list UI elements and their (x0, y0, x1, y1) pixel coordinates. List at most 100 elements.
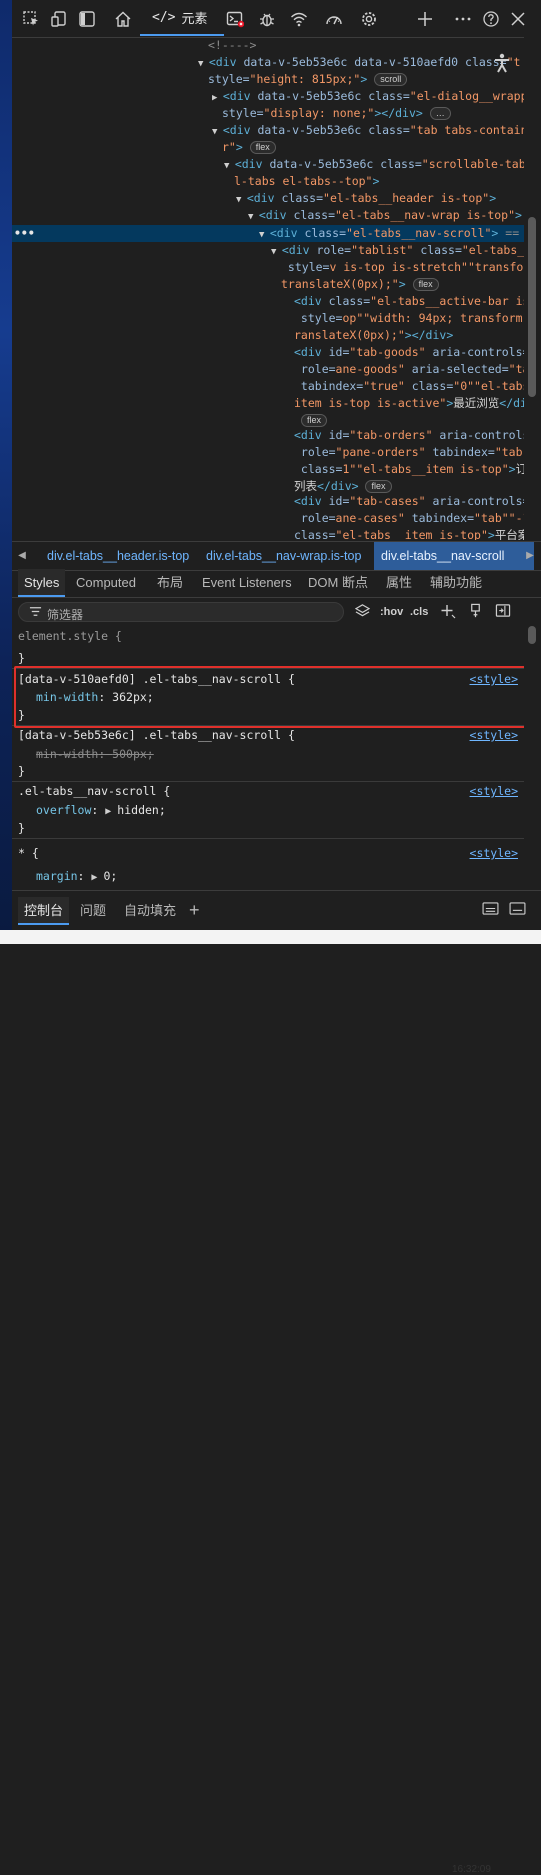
drawer-tab-issues[interactable]: 问题 (80, 897, 106, 925)
dom-node-line[interactable]: ranslateX(0px);"></div> (294, 327, 453, 344)
styles-filter-bar: 筛选器 :hov .cls (12, 598, 541, 626)
accessibility-icon[interactable] (492, 52, 512, 74)
tab-styles[interactable]: Styles (18, 569, 66, 597)
dom-scrollbar[interactable] (524, 37, 541, 540)
close-icon[interactable] (507, 8, 529, 30)
collapse-arrow-icon: ▼ (248, 212, 259, 222)
dom-node-line[interactable]: <div id="tab-orders" aria-controls= (294, 427, 524, 444)
element-state-icon[interactable] (468, 603, 483, 621)
rule-closing-brace: } (18, 821, 25, 835)
taskbar-clock: 16:32:09 (452, 1864, 491, 1875)
bug-icon[interactable] (256, 8, 278, 30)
expand-arrow-icon: ▶ (105, 806, 118, 817)
cls-button[interactable]: .cls (410, 603, 428, 621)
collapse-arrow-icon: ▼ (224, 161, 235, 171)
filter-icon (29, 605, 42, 621)
breadcrumb-right-arrow-icon[interactable]: ▶ (522, 542, 538, 570)
close-drawer-icon[interactable] (509, 897, 526, 925)
css-property[interactable]: margin: ▶ 0; (36, 867, 117, 887)
style-rule-universal[interactable]: * { <style> margin: ▶ 0; (12, 839, 524, 889)
dom-node-line[interactable]: role="pane-orders" tabindex="tab""- (294, 444, 524, 461)
collapse-arrow-icon: ▼ (212, 127, 223, 137)
tab-layout[interactable]: 布局 (157, 569, 183, 597)
filter-placeholder: 筛选器 (47, 608, 84, 622)
dom-node-line[interactable]: ▼ <div class="el-tabs__nav-wrap is-top"> (248, 207, 522, 226)
dom-tree[interactable]: ••• <!----> ▼ <div data-v-5eb53e6c data-v… (12, 37, 524, 540)
tab-computed[interactable]: Computed (76, 569, 136, 597)
drawer-tab-console[interactable]: 控制台 (18, 897, 70, 925)
style-rule-element[interactable]: element.style { } (12, 626, 524, 669)
style-rule-5eb53e6c[interactable]: [data-v-5eb53e6c] .el-tabs__nav-scroll {… (12, 726, 524, 782)
dom-node-line[interactable]: role=ane-cases" tabindex="tab""-1" (294, 510, 524, 527)
settings-gear-icon[interactable] (358, 8, 380, 30)
hov-button[interactable]: :hov (380, 603, 403, 621)
breadcrumb-item-nav-scroll[interactable]: div.el-tabs__nav-scroll (374, 542, 534, 570)
dom-node-line[interactable]: class="el-tabs__item is-top">平台案例 (294, 527, 524, 540)
inspect-icon[interactable] (20, 8, 42, 30)
tab-elements[interactable]: </> 元素 (140, 0, 224, 36)
tab-accessibility[interactable]: 辅助功能 (430, 569, 482, 597)
dom-node-line[interactable]: style="display: none;"></div> … (222, 105, 451, 122)
rule-selector[interactable]: [data-v-5eb53e6c] .el-tabs__nav-scroll { (18, 726, 295, 744)
styles-scrollbar[interactable] (524, 626, 541, 889)
add-tool-icon[interactable] (414, 8, 436, 30)
dom-node-line[interactable]: l-tabs el-tabs--top"> (234, 173, 379, 190)
collapse-arrow-icon: ▼ (271, 247, 282, 257)
drawer-add-tab-icon[interactable]: + (189, 896, 200, 924)
breadcrumb: ◀ div.el-tabs__header.is-top div.el-tabs… (12, 541, 541, 571)
tab-dom-breakpoints[interactable]: DOM 断点 (308, 569, 368, 597)
rule-source-link[interactable]: <style> (470, 782, 518, 800)
sidebar-toggle-icon[interactable] (76, 8, 98, 30)
dock-drawer-icon[interactable] (482, 897, 499, 925)
layout-badge: scroll (374, 73, 408, 86)
collapse-arrow-icon: ▼ (236, 195, 247, 205)
network-wifi-icon[interactable] (288, 8, 310, 30)
dom-node-line[interactable]: tabindex="true" class="0""el-tabs__ (294, 378, 524, 395)
desktop-background-strip (0, 0, 12, 944)
more-options-icon[interactable] (452, 8, 474, 30)
rule-source-link[interactable]: <style> (470, 844, 518, 862)
rule-selector[interactable]: element.style { (18, 627, 122, 645)
dom-node-line[interactable]: item is-top is-active">最近浏览</div> (294, 395, 524, 412)
style-rule-nav-scroll[interactable]: .el-tabs__nav-scroll { <style> overflow:… (12, 782, 524, 839)
performance-icon[interactable] (323, 8, 345, 30)
layout-badge: flex (365, 480, 392, 493)
dom-node-line[interactable]: <!----> (208, 37, 256, 54)
console-icon[interactable] (224, 8, 246, 30)
drawer-tab-autofill[interactable]: 自动填充 (124, 897, 176, 925)
tab-properties[interactable]: 属性 (386, 569, 412, 597)
new-style-rule-icon[interactable] (440, 603, 456, 621)
computed-sidebar-toggle-icon[interactable] (495, 603, 511, 621)
dom-node-line[interactable]: translateX(0px);"> flex (281, 276, 439, 293)
welcome-home-icon[interactable] (112, 8, 134, 30)
dom-node-line[interactable]: style=v is-top is-stretch""transform: (281, 259, 524, 276)
rule-source-link[interactable]: <style> (470, 726, 518, 744)
breadcrumb-item-nav-wrap[interactable]: div.el-tabs__nav-wrap.is-top (201, 542, 366, 570)
rule-selector[interactable]: .el-tabs__nav-scroll { (18, 782, 170, 800)
dom-node-line[interactable]: r"> flex (222, 139, 276, 156)
tab-event-listeners[interactable]: Event Listeners (202, 569, 292, 597)
styles-scrollbar-thumb[interactable] (528, 626, 536, 644)
dom-node-line[interactable]: <div class="el-tabs__active-bar is-t (294, 293, 524, 310)
ellipsis-badge: … (429, 107, 451, 120)
tab-elements-label: 元素 (181, 10, 208, 26)
dom-node-line[interactable]: <div id="tab-goods" aria-controls="p (294, 344, 524, 361)
toggle-layers-icon[interactable] (354, 603, 371, 621)
dom-node-line[interactable]: <div id="tab-cases" aria-controls="p (294, 493, 524, 510)
rule-selector[interactable]: * { (18, 844, 39, 862)
dom-node-line[interactable]: role=ane-goods" aria-selected="tab" (294, 361, 524, 378)
dom-node-line[interactable]: style="height: 815px;"> scroll (208, 71, 408, 88)
css-property[interactable]: overflow: ▶ hidden; (36, 801, 166, 821)
breadcrumb-left-arrow-icon[interactable]: ◀ (14, 542, 30, 570)
breadcrumb-item-header[interactable]: div.el-tabs__header.is-top (42, 542, 194, 570)
dom-scrollbar-thumb[interactable] (528, 217, 536, 397)
filter-input[interactable]: 筛选器 (18, 602, 344, 622)
device-emulation-icon[interactable] (48, 8, 70, 30)
devtools-window: </> 元素 ••• <!----> ▼ <div data-v-5eb53e6… (12, 0, 541, 944)
dom-node-line[interactable]: class=1""el-tabs__item is-top">订单 (294, 461, 524, 478)
collapse-arrow-icon: ▼ (198, 59, 209, 69)
styles-pane[interactable]: element.style { } [data-v-510aefd0] .el-… (12, 626, 524, 889)
dom-node-line[interactable]: style=op""width: 94px; transform: t (294, 310, 524, 327)
help-icon[interactable] (480, 8, 502, 30)
css-property-overridden[interactable]: min-width: 500px; (36, 745, 154, 763)
